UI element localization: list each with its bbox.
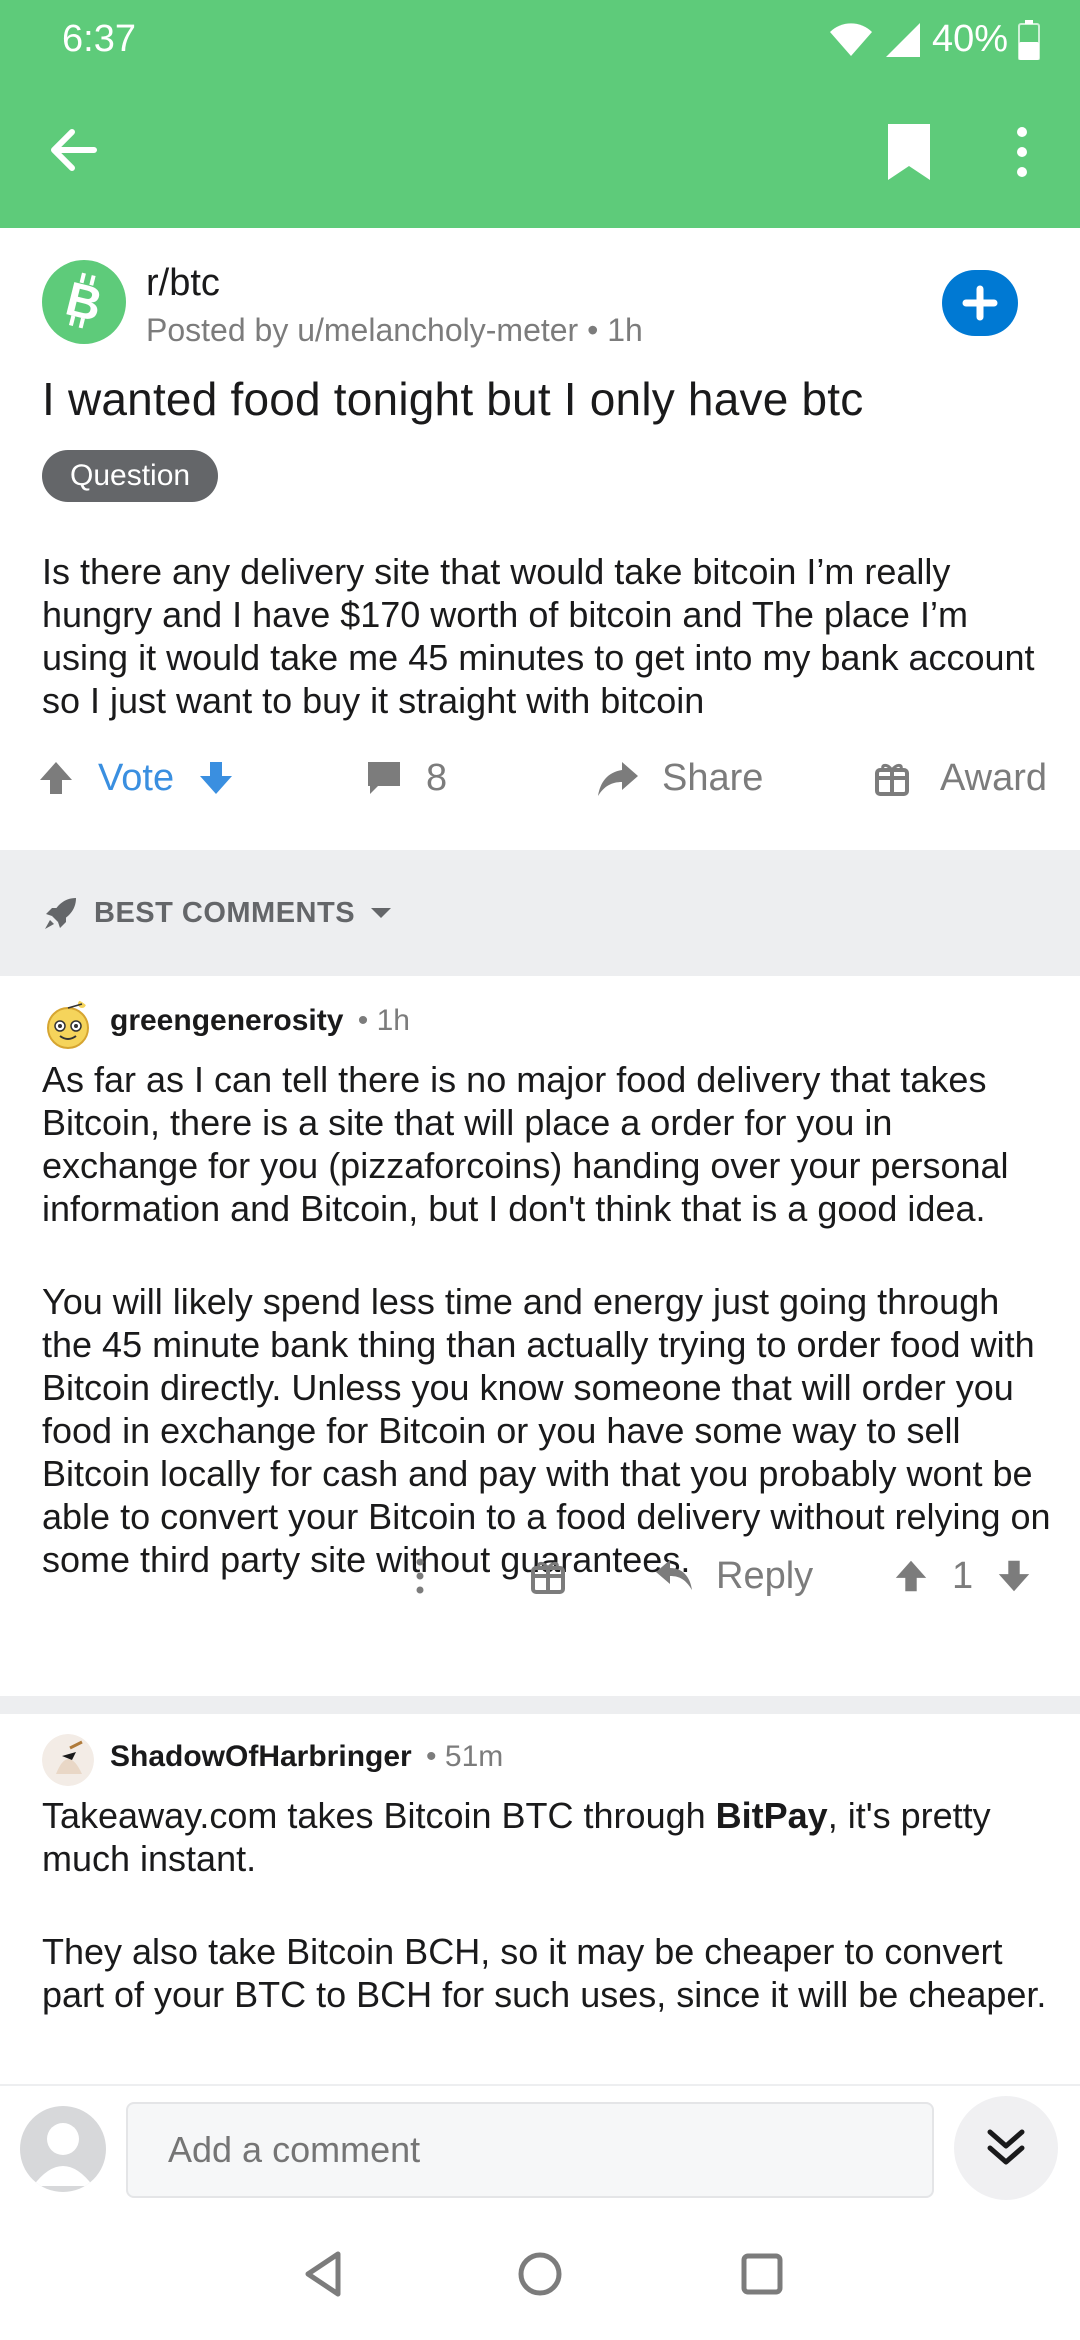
share-button[interactable]: Share (596, 728, 763, 828)
arrow-left-icon[interactable] (44, 122, 100, 178)
app-bar: 6:37 40% (0, 0, 1080, 228)
recents-square-icon[interactable] (732, 2244, 792, 2304)
reply-button[interactable]: Reply (654, 1536, 813, 1616)
downvote-icon[interactable] (995, 1557, 1033, 1595)
join-button[interactable] (942, 270, 1018, 336)
user-silhouette-icon (33, 2123, 93, 2186)
status-icons: 40% (828, 18, 1040, 61)
comment-age: • 51m (426, 1740, 504, 1773)
home-circle-icon[interactable] (510, 2244, 570, 2304)
more-vertical-icon[interactable] (1004, 122, 1040, 182)
comment-username[interactable]: ShadowOfHarbringer (110, 1740, 412, 1773)
gift-icon (875, 763, 909, 796)
comment-paragraph: As far as I can tell there is no major f… (42, 1059, 1009, 1229)
snoo-avatar-icon (42, 1734, 94, 1786)
comment-paragraph: They also take Bitcoin BCH, so it may be… (42, 1931, 1047, 2015)
comment-sort-bar: BEST COMMENTS (0, 850, 1080, 976)
comment-award-button[interactable] (530, 1536, 566, 1616)
post-body: Is there any delivery site that would ta… (42, 551, 1035, 721)
vote-label: Vote (98, 756, 175, 799)
comment-vote-control: 1 (892, 1536, 1033, 1616)
comment-icon (368, 762, 400, 794)
comment: ShadowOfHarbringer • 51m Takeaway.com ta… (0, 1714, 1080, 2084)
sort-label: BEST COMMENTS (94, 896, 356, 929)
current-user-avatar[interactable] (20, 2106, 106, 2192)
post-meta: Posted by u/melancholy-meter • 1h (146, 312, 643, 348)
user-avatar[interactable] (42, 998, 94, 1050)
comment-text: Takeaway.com takes Bitcoin BTC through (42, 1795, 716, 1836)
post-actions: Vote 8 Share Award (0, 728, 1080, 828)
signal-icon (885, 22, 920, 57)
post-title: I wanted food tonight but I only have bt… (42, 373, 864, 425)
comment-composer (0, 2084, 1080, 2208)
comment-paragraph: Takeaway.com takes Bitcoin BTC through B… (42, 1794, 1057, 1880)
upvote-icon[interactable] (892, 1557, 930, 1595)
rocket-icon (45, 898, 76, 929)
wifi-icon (829, 22, 872, 56)
share-label: Share (662, 756, 764, 799)
gift-icon (531, 1561, 565, 1594)
chevron-down-icon (371, 908, 392, 918)
award-label: Award (940, 756, 1048, 799)
comment: greengenerosity • 1h As far as I can tel… (0, 976, 1080, 1696)
status-bar: 6:37 40% (0, 0, 1080, 80)
comment-divider (0, 1696, 1080, 1714)
battery-icon (1018, 19, 1040, 60)
jump-to-next-comment-button[interactable] (954, 2096, 1058, 2200)
user-avatar[interactable] (42, 1734, 94, 1786)
comment-author[interactable]: greengenerosity • 1h (110, 1004, 410, 1038)
comments-button[interactable]: 8 (364, 728, 447, 828)
comment-score: 1 (952, 1554, 974, 1597)
comment-count: 8 (426, 756, 448, 799)
system-navigation-bar (0, 2208, 1080, 2340)
back-triangle-icon[interactable] (294, 2244, 354, 2304)
vote-control: Vote (36, 728, 236, 828)
double-chevron-down-icon (987, 2129, 1025, 2165)
subreddit-name[interactable]: r/btc (146, 262, 220, 305)
subreddit-avatar[interactable]: B (42, 260, 126, 344)
upvote-icon[interactable] (36, 758, 76, 798)
comment-age: • 1h (357, 1004, 410, 1037)
plus-icon (962, 285, 998, 321)
comment-username[interactable]: greengenerosity (110, 1004, 343, 1037)
bitcoin-cash-logo-icon: B (61, 273, 107, 333)
post-flair[interactable]: Question (42, 450, 219, 502)
reply-label: Reply (716, 1554, 814, 1597)
award-button[interactable]: Award (874, 728, 1047, 828)
reply-icon (656, 1560, 692, 1590)
comment-more-button[interactable] (408, 1536, 432, 1616)
comment-actions: Reply 1 (0, 1536, 1080, 1616)
downvote-icon[interactable] (196, 758, 236, 798)
battery-percent: 40% (931, 18, 1008, 60)
comment-sort-button[interactable]: BEST COMMENTS (42, 886, 393, 940)
more-vertical-icon (416, 1558, 424, 1594)
status-time: 6:37 (62, 18, 136, 60)
post: B r/btc Posted by u/melancholy-meter • 1… (0, 228, 1080, 848)
comment-author[interactable]: ShadowOfHarbringer • 51m (110, 1740, 503, 1774)
bitpay-link[interactable]: BitPay (716, 1795, 828, 1836)
comment-input[interactable] (126, 2102, 934, 2198)
share-icon (598, 762, 638, 796)
bookmark-icon[interactable] (884, 122, 934, 182)
comment-body: Takeaway.com takes Bitcoin BTC through B… (42, 1794, 1057, 2066)
snoo-avatar-icon (42, 998, 94, 1050)
